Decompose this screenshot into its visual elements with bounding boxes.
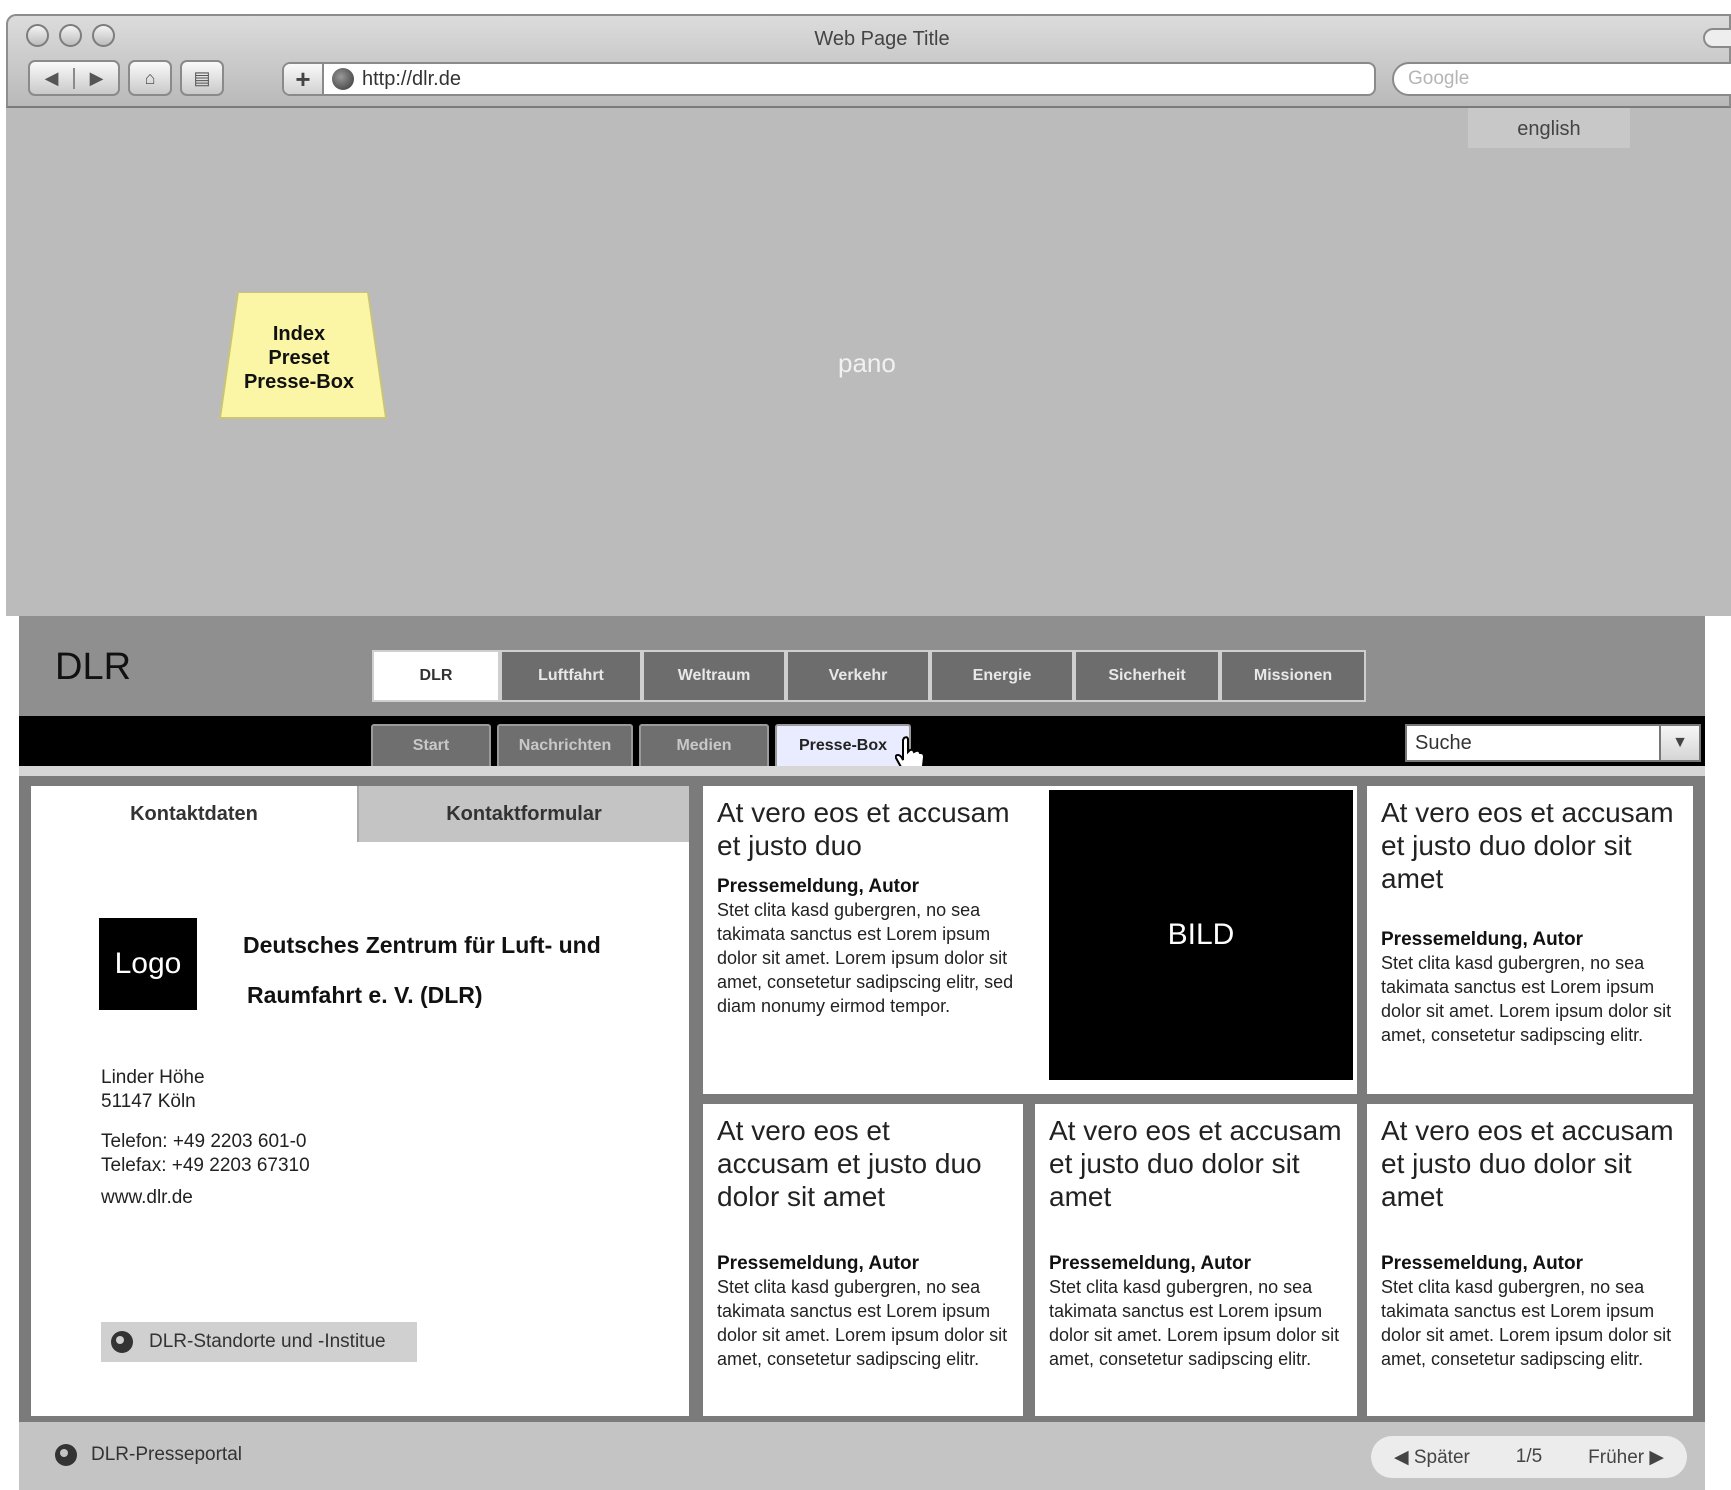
address-city: 51147 Köln — [101, 1091, 196, 1112]
article-card[interactable]: At vero eos et accusam et justo duo dolo… — [1367, 786, 1693, 1094]
browser-chrome: Web Page Title ◀ ▶ ⌂ ▤ + http://dlr.de G… — [6, 14, 1731, 108]
phone-block: Telefon: +49 2203 601-0 Telefax: +49 220… — [101, 1130, 310, 1178]
locations-button[interactable]: DLR-Standorte und -Institue — [101, 1322, 417, 1362]
language-button[interactable]: english — [1468, 108, 1630, 148]
browser-toolbar: ◀ ▶ ⌂ ▤ — [28, 60, 224, 96]
tab-dlr[interactable]: DLR — [372, 650, 500, 702]
org-name-line1: Deutsches Zentrum für Luft- und — [243, 932, 601, 958]
article-title[interactable]: At vero eos et accusam et justo duo dolo… — [1381, 796, 1679, 895]
org-name-line2: Raumfahrt e. V. (DLR) — [247, 982, 483, 1008]
article-meta: Pressemeldung, Autor — [1381, 929, 1584, 950]
phone: Telefon: +49 2203 601-0 — [101, 1131, 307, 1152]
tab-start[interactable]: Start — [371, 724, 491, 766]
back-button[interactable]: ◀ — [30, 68, 73, 89]
print-button[interactable]: ▤ — [180, 60, 224, 96]
tab-presse-box[interactable]: Presse-Box — [775, 724, 911, 766]
globe-icon — [332, 68, 354, 90]
content-area: Kontaktdaten Kontaktformular Logo Deutsc… — [19, 776, 1705, 1422]
sticky-note-text: Index Preset Presse-Box — [218, 322, 380, 394]
header-divider — [19, 766, 1705, 776]
site-frame: DLR DLR Luftfahrt Weltraum Verkehr Energ… — [19, 616, 1705, 1490]
window-title: Web Page Title — [814, 28, 950, 50]
locations-icon — [111, 1331, 133, 1353]
article-meta: Pressemeldung, Autor — [717, 1253, 920, 1274]
main-navigation: DLR Luftfahrt Weltraum Verkehr Energie S… — [372, 650, 1366, 702]
sub-navigation: Start Nachrichten Medien Presse-Box — [371, 724, 911, 766]
tab-verkehr[interactable]: Verkehr — [786, 650, 930, 702]
article-card[interactable]: At vero eos et accusam et justo duo dolo… — [1035, 1104, 1357, 1416]
home-button[interactable]: ⌂ — [128, 60, 172, 96]
site-header: DLR DLR Luftfahrt Weltraum Verkehr Energ… — [19, 616, 1705, 716]
article-image[interactable]: BILD — [1049, 790, 1353, 1080]
sticky-note-line: Preset — [268, 347, 330, 369]
add-bookmark-button[interactable]: + — [284, 64, 324, 94]
tab-luftfahrt[interactable]: Luftfahrt — [500, 650, 642, 702]
article-meta: Pressemeldung, Autor — [1049, 1253, 1252, 1274]
site-search-label: Suche — [1415, 732, 1472, 754]
article-text: Stet clita kasd gubergren, no sea takima… — [1381, 1277, 1672, 1369]
pano-area: english pano Index Preset Presse-Box — [6, 108, 1731, 616]
tab-kontaktdaten[interactable]: Kontaktdaten — [31, 786, 357, 842]
chevron-down-icon[interactable]: ▼ — [1659, 726, 1699, 760]
address: Linder Höhe 51147 Köln — [101, 1066, 205, 1114]
toolbar-toggle-button[interactable] — [1703, 28, 1731, 48]
article-text: Stet clita kasd gubergren, no sea takima… — [717, 900, 1014, 1016]
tab-medien[interactable]: Medien — [639, 724, 769, 766]
locations-label: DLR-Standorte und -Institue — [149, 1331, 386, 1352]
print-icon: ▤ — [193, 67, 211, 88]
sticky-note-line: Presse-Box — [243, 371, 355, 393]
address-bar[interactable]: + http://dlr.de — [282, 62, 1376, 96]
website-link[interactable]: www.dlr.de — [101, 1186, 193, 1210]
article-meta: Pressemeldung, Autor — [1381, 1253, 1584, 1274]
tab-sicherheit[interactable]: Sicherheit — [1074, 650, 1220, 702]
forward-button[interactable]: ▶ — [73, 67, 118, 89]
site-footer: DLR-Presseportal ◀ Später 1/5 Früher ▶ — [19, 1422, 1705, 1490]
site-search-select[interactable]: Suche ▼ — [1405, 724, 1701, 762]
sticky-note: Index Preset Presse-Box — [218, 292, 388, 432]
presseportal-link[interactable]: DLR-Presseportal — [55, 1444, 242, 1466]
article-title[interactable]: At vero eos et accusam et justo duo dolo… — [717, 1114, 1009, 1213]
url-text[interactable]: http://dlr.de — [362, 68, 461, 91]
article-text: Stet clita kasd gubergren, no sea takima… — [1381, 953, 1672, 1045]
pagination-prev-button[interactable]: ◀ Später — [1394, 1446, 1470, 1469]
tab-kontaktformular[interactable]: Kontaktformular — [357, 786, 689, 842]
browser-search-input[interactable]: Google — [1392, 62, 1731, 96]
article-title[interactable]: At vero eos et accusam et justo duo dolo… — [1381, 1114, 1679, 1213]
site-logo[interactable]: DLR — [55, 646, 131, 689]
contact-panel: Kontaktdaten Kontaktformular Logo Deutsc… — [31, 786, 689, 1416]
article-card[interactable]: At vero eos et accusam et justo duo dolo… — [703, 1104, 1023, 1416]
portal-icon — [55, 1444, 77, 1466]
org-logo: Logo — [99, 918, 197, 1010]
fax: Telefax: +49 2203 67310 — [101, 1155, 310, 1176]
article-title[interactable]: At vero eos et accusam et justo duo — [717, 796, 1027, 862]
tab-weltraum[interactable]: Weltraum — [642, 650, 786, 702]
tab-missionen[interactable]: Missionen — [1220, 650, 1366, 702]
article-text: Stet clita kasd gubergren, no sea takima… — [717, 1277, 1008, 1369]
article-title[interactable]: At vero eos et accusam et justo duo dolo… — [1049, 1114, 1343, 1213]
pagination-next-button[interactable]: Früher ▶ — [1588, 1446, 1664, 1469]
pano-label: pano — [838, 348, 896, 378]
tab-nachrichten[interactable]: Nachrichten — [497, 724, 633, 766]
article-text: Stet clita kasd gubergren, no sea takima… — [1049, 1277, 1340, 1369]
sticky-note-line: Index — [272, 323, 326, 345]
back-forward-buttons: ◀ ▶ — [28, 60, 120, 96]
tab-energie[interactable]: Energie — [930, 650, 1074, 702]
article-card[interactable]: At vero eos et accusam et justo duo dolo… — [1367, 1104, 1693, 1416]
pagination-page-indicator: 1/5 — [1515, 1446, 1543, 1467]
presseportal-label: DLR-Presseportal — [91, 1444, 242, 1465]
pagination: ◀ Später 1/5 Früher ▶ — [1371, 1436, 1687, 1478]
address-street: Linder Höhe — [101, 1067, 205, 1088]
home-icon: ⌂ — [144, 67, 156, 88]
